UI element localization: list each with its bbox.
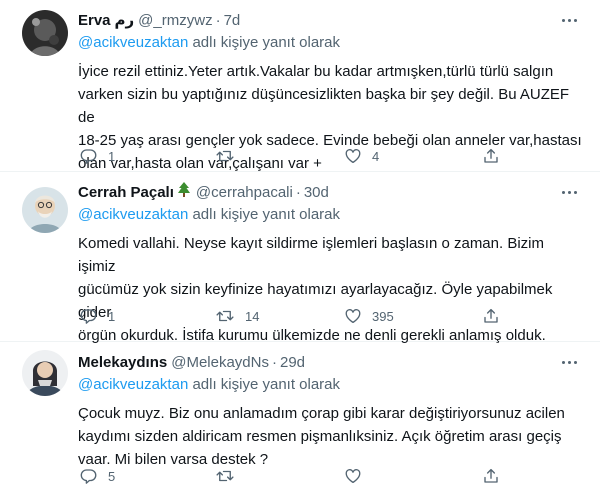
display-name[interactable]: Erva: [78, 12, 111, 29]
more-icon[interactable]: [556, 352, 582, 372]
share-button[interactable]: [482, 306, 500, 326]
tweet-header: Erva رم @_rmzywz · 7d: [78, 10, 582, 30]
reply-button[interactable]: 5: [80, 466, 115, 486]
avatar[interactable]: [22, 10, 68, 56]
share-icon: [484, 468, 498, 483]
christmas-tree-icon: [177, 182, 191, 202]
reply-to-label: adlı kişiye yanıt olarak: [192, 206, 341, 223]
tweet-text-line: Komedi vallahi. Neyse kayıt sildirme işl…: [78, 235, 544, 275]
tweet-actions: 5: [78, 466, 508, 486]
reply-count: 1: [108, 308, 116, 324]
like-count: 395: [372, 308, 394, 324]
tweet[interactable]: Cerrah Paçalı @cerrahpacali · 30d @acikv…: [0, 172, 600, 344]
like-icon: [345, 469, 361, 484]
avatar[interactable]: [22, 187, 68, 233]
replying-to: @acikveuzaktan adlı kişiye yanıt olarak: [78, 376, 582, 396]
replying-to: @acikveuzaktan adlı kişiye yanıt olarak: [78, 34, 582, 54]
username[interactable]: @MelekaydNs: [171, 354, 269, 371]
retweet-icon: [216, 150, 234, 162]
reply-to-label: adlı kişiye yanıt olarak: [192, 34, 341, 51]
display-name-suffix: رم: [114, 12, 135, 29]
retweet-button[interactable]: [215, 146, 245, 166]
like-count: 4: [372, 148, 380, 164]
tweet-header: Cerrah Paçalı @cerrahpacali · 30d: [78, 182, 582, 202]
reply-icon: [80, 469, 97, 484]
tweet-text: Çocuk muyz. Biz onu anlamadım çorap gibi…: [78, 402, 582, 471]
tweet-text: Komedi vallahi. Neyse kayıt sildirme işl…: [78, 232, 582, 347]
username[interactable]: @cerrahpacali: [196, 184, 293, 201]
replying-to: @acikveuzaktan adlı kişiye yanıt olarak: [78, 206, 582, 226]
retweet-button[interactable]: [215, 466, 245, 486]
like-icon: [345, 309, 361, 324]
timestamp[interactable]: 30d: [304, 184, 329, 201]
reply-count: 1: [108, 148, 116, 164]
reply-icon: [80, 149, 97, 164]
timestamp[interactable]: 29d: [280, 354, 305, 371]
tweet[interactable]: Melekaydıns @MelekaydNs · 29d @acikveuza…: [0, 342, 600, 491]
retweet-icon: [216, 310, 234, 322]
reply-button[interactable]: 1: [80, 146, 115, 166]
like-button[interactable]: 395: [344, 306, 394, 326]
tweet-actions: 1 14 395: [78, 306, 508, 326]
like-button[interactable]: 4: [344, 146, 379, 166]
retweet-button[interactable]: 14: [215, 306, 259, 326]
display-name[interactable]: Cerrah Paçalı: [78, 184, 174, 201]
tweet-text-line: varken sizin bu yaptığınız düşüncesizlik…: [78, 86, 570, 126]
tweet-text-line: kaydımı sizden aldiricam resmen pişmanlı…: [78, 428, 562, 445]
timestamp[interactable]: 7d: [224, 12, 241, 29]
retweet-icon: [216, 470, 234, 482]
more-icon[interactable]: [556, 182, 582, 202]
tweet-actions: 1 4: [78, 146, 508, 166]
reply-count: 5: [108, 468, 116, 484]
reply-to-link[interactable]: @acikveuzaktan: [78, 34, 188, 51]
reply-button[interactable]: 1: [80, 306, 115, 326]
like-icon: [345, 149, 361, 164]
like-button[interactable]: [344, 466, 372, 486]
display-name[interactable]: Melekaydıns: [78, 354, 167, 371]
separator-dot: ·: [271, 353, 277, 371]
tweet[interactable]: Erva رم @_rmzywz · 7d @acikveuzaktan adl…: [0, 0, 600, 172]
username[interactable]: @_rmzywz: [138, 12, 212, 29]
separator-dot: ·: [295, 183, 301, 201]
avatar[interactable]: [22, 350, 68, 396]
share-icon: [484, 148, 498, 163]
retweet-count: 14: [245, 308, 260, 324]
more-icon[interactable]: [556, 10, 582, 30]
separator-dot: ·: [215, 11, 221, 29]
tweet-text-line: İyice rezil ettiniz.Yeter artık.Vakalar …: [78, 63, 554, 80]
tweet-content: Melekaydıns @MelekaydNs · 29d @acikveuza…: [78, 352, 582, 471]
share-button[interactable]: [482, 466, 500, 486]
tweet-header: Melekaydıns @MelekaydNs · 29d: [78, 352, 582, 372]
tweet-text-line: Çocuk muyz. Biz onu anlamadım çorap gibi…: [78, 405, 565, 422]
share-button[interactable]: [482, 146, 500, 166]
share-icon: [484, 308, 498, 323]
reply-to-link[interactable]: @acikveuzaktan: [78, 206, 188, 223]
reply-icon: [80, 309, 97, 324]
reply-to-link[interactable]: @acikveuzaktan: [78, 376, 188, 393]
reply-to-label: adlı kişiye yanıt olarak: [192, 376, 341, 393]
